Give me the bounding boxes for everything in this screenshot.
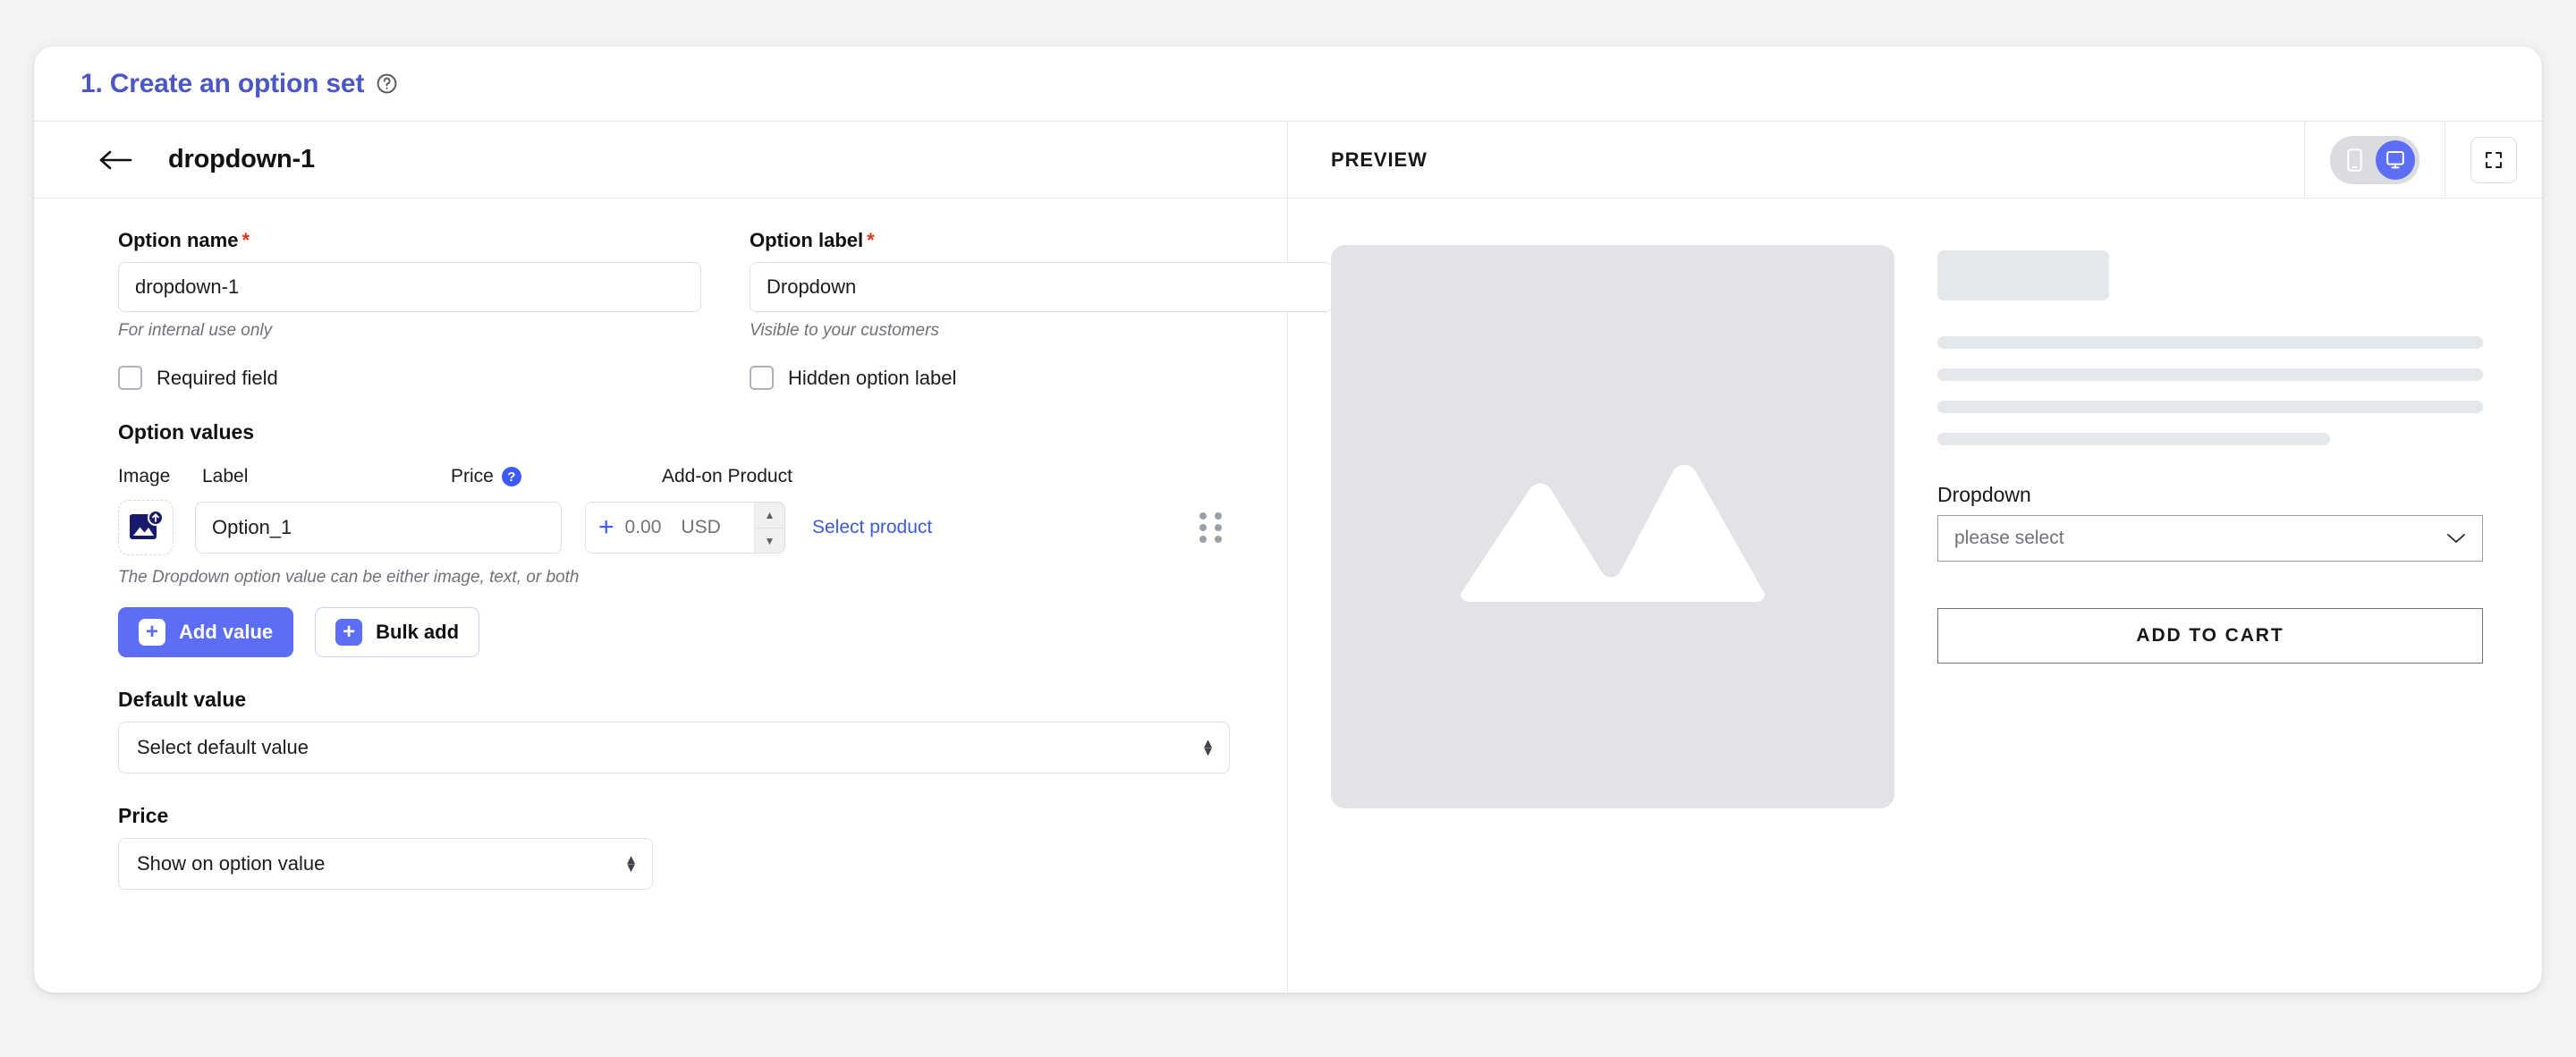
preview-body: Dropdown please select ADD TO CART	[1288, 199, 2542, 993]
option-name-hint: For internal use only	[118, 321, 273, 340]
option-label-field-group: Option label* Visible to your customers	[750, 229, 1333, 341]
column-header-price-group: Price ?	[451, 466, 639, 487]
option-value-row: + 0.00 USD ▲ ▼ Select product	[118, 500, 1223, 555]
hidden-option-label-checkbox[interactable]	[750, 366, 774, 390]
required-asterisk: *	[867, 229, 875, 251]
option-values-header: Image Label Price ? Add-on Product	[118, 466, 1223, 487]
required-field-label: Required field	[157, 366, 278, 389]
price-display-selected: Show on option value	[137, 852, 326, 875]
chevron-updown-icon: ▲ ▼	[1201, 735, 1215, 759]
card-body: dropdown-1 Option name* For internal use…	[34, 121, 2542, 993]
name-label-row: Option name* For internal use only Optio…	[118, 229, 1333, 341]
option-label-input[interactable]	[750, 262, 1333, 312]
skeleton-line	[1937, 336, 2483, 349]
column-header-addon: Add-on Product	[662, 466, 792, 486]
plus-icon: +	[335, 619, 363, 646]
column-header-price: Price	[451, 466, 494, 486]
price-plus-icon[interactable]: +	[598, 514, 614, 541]
column-header-image: Image	[118, 466, 171, 486]
bulk-add-button-label: Bulk add	[376, 621, 460, 643]
mobile-icon[interactable]	[2334, 140, 2374, 180]
card-header: 1. Create an option set	[34, 47, 2542, 122]
preview-dropdown-select[interactable]: please select	[1937, 515, 2483, 562]
help-circle-icon[interactable]	[376, 72, 398, 95]
preview-dropdown-label: Dropdown	[1937, 483, 2031, 506]
option-name-label-text: Option name	[118, 229, 239, 251]
bulk-add-button[interactable]: + Bulk add	[315, 607, 480, 657]
option-name-input[interactable]	[118, 262, 701, 312]
arrow-left-icon[interactable]	[98, 145, 134, 175]
preview-title: PREVIEW	[1331, 148, 1428, 171]
option-set-card: 1. Create an option set dropdown-1 Optio…	[34, 47, 2542, 993]
required-field-checkbox[interactable]	[118, 366, 142, 390]
option-name-field-group: Option name* For internal use only	[118, 229, 701, 341]
option-label-label: Option label *	[750, 229, 1333, 252]
select-product-link[interactable]: Select product	[812, 517, 932, 538]
device-toggle-cell	[2304, 121, 2445, 199]
option-label-hint: Visible to your customers	[750, 321, 939, 340]
question-badge-icon[interactable]: ?	[501, 467, 521, 486]
form-subheader: dropdown-1	[34, 122, 1287, 199]
option-label-label-text: Option label	[750, 229, 864, 251]
skeleton-line	[1937, 433, 2331, 445]
required-field-checkbox-group[interactable]: Required field	[118, 366, 701, 390]
expand-cell	[2445, 121, 2542, 199]
option-form-pane: dropdown-1 Option name* For internal use…	[34, 122, 1333, 993]
screen-root: 1. Create an option set dropdown-1 Optio…	[0, 0, 2576, 1057]
option-form: Option name* For internal use only Optio…	[34, 199, 1333, 890]
required-asterisk: *	[242, 229, 250, 251]
add-value-button[interactable]: + Add value	[118, 607, 294, 657]
price-display-label: Price	[118, 804, 169, 827]
hidden-option-label-checkbox-group[interactable]: Hidden option label	[750, 366, 956, 390]
checkbox-row: Required field Hidden option label	[118, 366, 1223, 390]
add-value-button-label: Add value	[179, 621, 274, 643]
option-value-price-field[interactable]: + 0.00 USD ▲ ▼	[585, 502, 785, 554]
device-toggle[interactable]	[2330, 135, 2419, 184]
add-to-cart-button[interactable]: ADD TO CART	[1937, 608, 2483, 664]
preview-dropdown-placeholder: please select	[1954, 528, 2064, 548]
fullscreen-icon[interactable]	[2470, 136, 2517, 183]
preview-header: PREVIEW	[1288, 121, 2542, 199]
image-placeholder-icon	[1331, 245, 1894, 808]
option-value-label-input[interactable]	[195, 502, 562, 554]
stepper-down-icon[interactable]: ▼	[755, 528, 784, 553]
skeleton-line	[1937, 401, 2483, 413]
page-title: 1. Create an option set	[80, 68, 365, 98]
hidden-option-label-label: Hidden option label	[788, 366, 957, 389]
skeleton-title	[1937, 250, 2109, 300]
option-set-name: dropdown-1	[168, 145, 315, 173]
chevron-updown-icon: ▲ ▼	[624, 851, 638, 875]
column-header-label: Label	[202, 466, 249, 486]
plus-icon: +	[139, 619, 165, 646]
price-display-select[interactable]: Show on option value ▲ ▼	[118, 838, 653, 890]
image-upload-icon[interactable]	[118, 500, 174, 555]
preview-actions	[2304, 121, 2542, 199]
drag-handle-icon[interactable]	[1199, 512, 1223, 543]
chevron-down-icon	[2446, 532, 2466, 545]
price-value: 0.00	[624, 517, 662, 537]
desktop-icon[interactable]	[2376, 140, 2415, 180]
default-value-selected: Select default value	[137, 736, 309, 758]
quantity-stepper[interactable]: ▲ ▼	[754, 503, 784, 553]
preview-product-info: Dropdown please select ADD TO CART	[1937, 245, 2483, 993]
stepper-up-icon[interactable]: ▲	[755, 503, 784, 528]
value-buttons-row: + Add value + Bulk add	[118, 607, 1223, 657]
add-to-cart-label: ADD TO CART	[2136, 625, 2284, 646]
preview-pane: PREVIEW Dropdown please select ADD TO CA…	[1288, 121, 2542, 993]
skeleton-line	[1937, 368, 2483, 381]
price-currency: USD	[681, 517, 721, 537]
option-values-title: Option values	[118, 420, 255, 444]
option-name-label: Option name *	[118, 229, 701, 252]
option-values-hint: The Dropdown option value can be either …	[118, 568, 580, 587]
default-value-select[interactable]: Select default value ▲ ▼	[118, 722, 1230, 774]
default-value-label: Default value	[118, 688, 247, 711]
